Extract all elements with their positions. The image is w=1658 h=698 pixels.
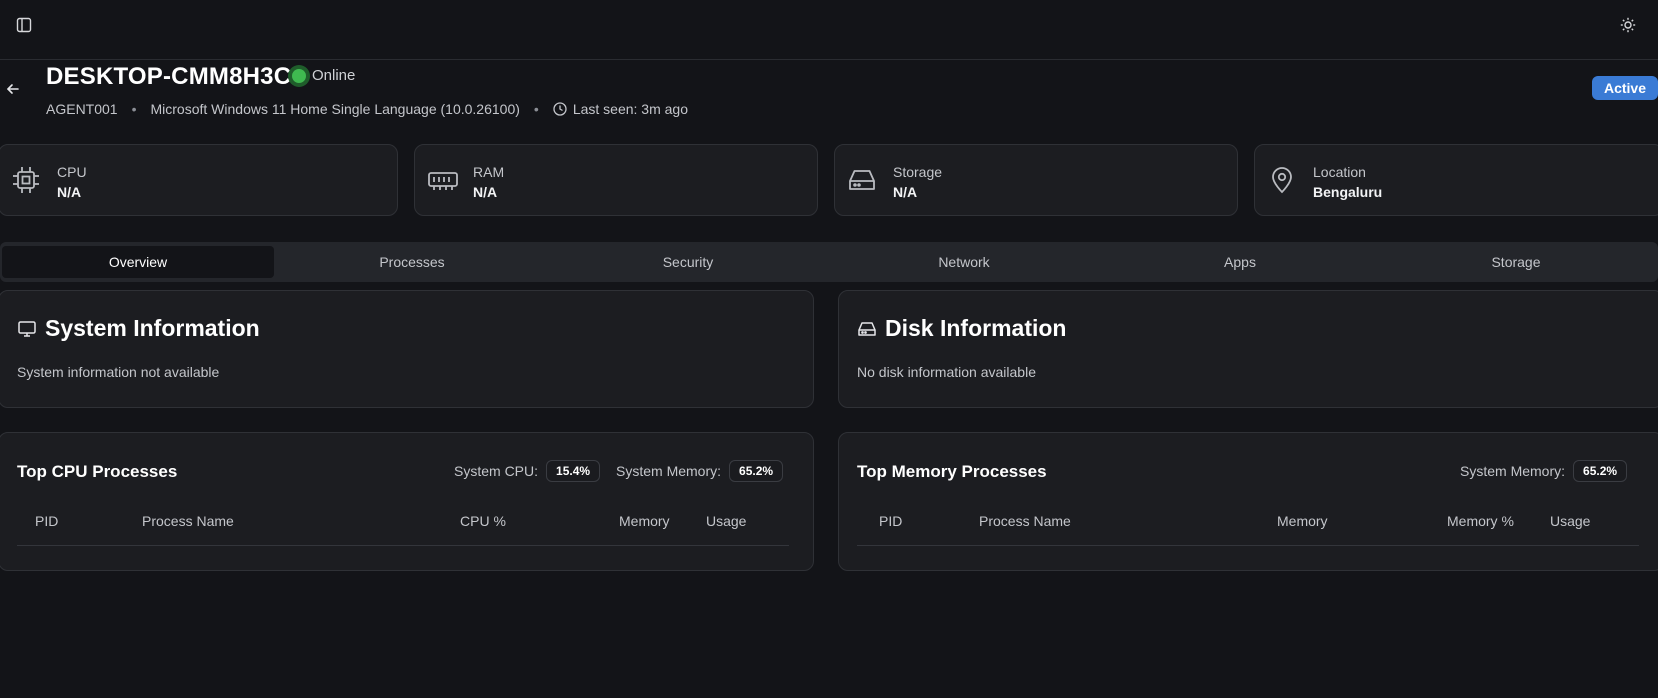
stat-card-ram: RAM N/A bbox=[414, 144, 818, 216]
tab-security[interactable]: Security bbox=[552, 246, 824, 278]
column-header-usage[interactable]: Usage bbox=[1550, 513, 1590, 529]
tab-processes[interactable]: Processes bbox=[276, 246, 548, 278]
hard-drive-icon bbox=[857, 319, 877, 339]
stat-value: N/A bbox=[893, 184, 918, 200]
meta-separator: • bbox=[533, 101, 539, 117]
tab-storage[interactable]: Storage bbox=[1380, 246, 1652, 278]
column-header-usage[interactable]: Usage bbox=[706, 513, 746, 529]
system-memory-chip: 65.2% bbox=[1573, 460, 1628, 482]
tab-overview[interactable]: Overview bbox=[2, 246, 274, 278]
panel-title: System Information bbox=[17, 315, 260, 342]
status-label: Online bbox=[312, 67, 356, 84]
stat-label: Location bbox=[1313, 164, 1366, 180]
column-header-memory[interactable]: Memory bbox=[1277, 513, 1328, 529]
monitor-icon bbox=[17, 319, 37, 339]
stat-card-storage: Storage N/A bbox=[834, 144, 1238, 216]
system-information-message: System information not available bbox=[17, 364, 220, 380]
panel-title: Disk Information bbox=[857, 315, 1066, 342]
column-header-pid[interactable]: PID bbox=[879, 513, 902, 529]
stat-value: N/A bbox=[57, 184, 82, 200]
stat-label: CPU bbox=[57, 164, 87, 180]
system-memory-label: System Memory: bbox=[1460, 463, 1566, 479]
sidebar-toggle-icon[interactable] bbox=[10, 11, 38, 39]
device-hostname: DESKTOP-CMM8H3C bbox=[46, 63, 292, 90]
sun-icon[interactable] bbox=[1614, 11, 1642, 39]
stat-value: Bengaluru bbox=[1313, 184, 1383, 200]
stat-value: N/A bbox=[473, 184, 498, 200]
column-header-memory[interactable]: Memory bbox=[619, 513, 670, 529]
stat-label: Storage bbox=[893, 164, 943, 180]
top-memory-processes-panel: Top Memory Processes System Memory: 65.2… bbox=[838, 432, 1658, 571]
disk-information-title: Disk Information bbox=[885, 315, 1067, 341]
status-dot-icon bbox=[292, 68, 306, 83]
cpu-icon bbox=[11, 165, 41, 200]
os-version: Microsoft Windows 11 Home Single Languag… bbox=[150, 101, 520, 117]
tab-bar: Overview Processes Security Network Apps… bbox=[0, 242, 1658, 282]
disk-information-message: No disk information available bbox=[857, 364, 1036, 380]
clock-icon bbox=[553, 102, 567, 116]
system-cpu-label: System CPU: bbox=[454, 463, 539, 479]
last-seen: Last seen: 3m ago bbox=[572, 101, 688, 117]
device-header: DESKTOP-CMM8H3C Online AGENT001 • Micros… bbox=[0, 60, 1658, 140]
back-arrow-icon[interactable] bbox=[2, 78, 24, 100]
column-header-pid[interactable]: PID bbox=[35, 513, 58, 529]
system-information-title: System Information bbox=[45, 315, 260, 341]
memory-icon bbox=[427, 165, 459, 200]
disk-information-panel: Disk Information No disk information ava… bbox=[838, 290, 1658, 408]
meta-separator: • bbox=[131, 101, 137, 117]
map-pin-icon bbox=[1267, 165, 1297, 200]
system-information-panel: System Information System information no… bbox=[0, 290, 814, 408]
agent-id: AGENT001 bbox=[46, 101, 118, 117]
stat-label: RAM bbox=[473, 164, 505, 180]
hard-drive-icon bbox=[847, 165, 877, 200]
tab-apps[interactable]: Apps bbox=[1104, 246, 1376, 278]
column-header-process-name[interactable]: Process Name bbox=[142, 513, 234, 529]
online-status: Online bbox=[292, 67, 355, 84]
table-divider bbox=[857, 545, 1639, 546]
device-meta: AGENT001 • Microsoft Windows 11 Home Sin… bbox=[46, 101, 688, 117]
top-cpu-processes-panel: Top CPU Processes System CPU: 15.4% Syst… bbox=[0, 432, 814, 571]
top-memory-processes-title: Top Memory Processes bbox=[857, 462, 1047, 481]
system-memory-stat: System Memory: 65.2% bbox=[616, 460, 784, 482]
stat-card-cpu: CPU N/A bbox=[0, 144, 398, 216]
active-badge: Active bbox=[1591, 76, 1658, 100]
system-memory-label: System Memory: bbox=[616, 463, 722, 479]
top-bar bbox=[0, 0, 1658, 60]
system-cpu-stat: System CPU: 15.4% bbox=[454, 460, 601, 482]
column-header-cpu-percent[interactable]: CPU % bbox=[460, 513, 506, 529]
stat-card-location: Location Bengaluru bbox=[1254, 144, 1658, 216]
system-memory-chip: 65.2% bbox=[729, 460, 784, 482]
top-cpu-processes-title: Top CPU Processes bbox=[17, 462, 178, 481]
tab-network[interactable]: Network bbox=[828, 246, 1100, 278]
table-divider bbox=[17, 545, 789, 546]
system-memory-stat: System Memory: 65.2% bbox=[1460, 460, 1628, 482]
column-header-memory-percent[interactable]: Memory % bbox=[1447, 513, 1514, 529]
column-header-process-name[interactable]: Process Name bbox=[979, 513, 1071, 529]
system-cpu-chip: 15.4% bbox=[546, 460, 601, 482]
